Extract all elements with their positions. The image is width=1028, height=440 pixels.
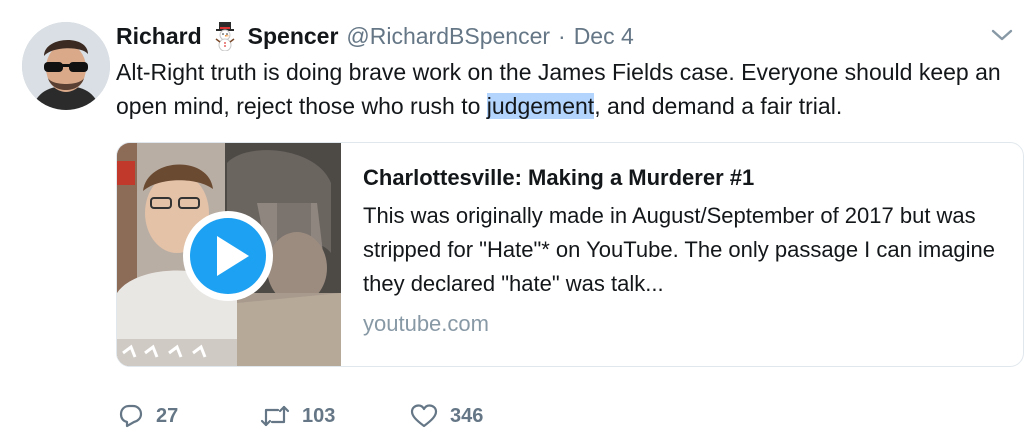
like-icon [410, 404, 438, 428]
card-description: This was originally made in August/Septe… [363, 203, 996, 296]
snowman-emoji-icon [210, 21, 240, 52]
chevron-down-icon[interactable] [990, 26, 1014, 44]
tweet-date[interactable]: Dec 4 [574, 23, 634, 50]
like-button[interactable]: 346 [410, 403, 483, 429]
card-body: Charlottesville: Making a Murderer #1 Th… [341, 143, 1023, 366]
retweet-count: 103 [302, 404, 336, 427]
reply-button[interactable]: 27 [118, 403, 260, 429]
reply-count: 27 [156, 404, 179, 427]
avatar-image [22, 22, 110, 110]
avatar[interactable] [22, 22, 110, 110]
retweet-icon [260, 405, 290, 427]
card-thumbnail[interactable] [117, 143, 341, 366]
author-name-last[interactable]: Spencer [248, 23, 339, 50]
tweet-text: Alt-Right truth is doing brave work on t… [116, 55, 1016, 123]
tweet-text-highlighted: judgement [486, 93, 595, 119]
card-domain[interactable]: youtube.com [363, 311, 1003, 337]
tweet-text-after: , and demand a fair trial. [594, 93, 843, 119]
author-name-first[interactable]: Richard [116, 23, 202, 50]
tweet-actions: 27 103 346 [118, 398, 483, 434]
author-handle[interactable]: @RichardBSpencer [346, 23, 550, 50]
header-separator: · [558, 22, 566, 49]
like-count: 346 [450, 404, 484, 427]
link-card[interactable]: Charlottesville: Making a Murderer #1 Th… [116, 142, 1024, 367]
reply-icon [119, 404, 143, 428]
retweet-button[interactable]: 103 [260, 403, 410, 429]
card-title[interactable]: Charlottesville: Making a Murderer #1 [363, 163, 1003, 193]
play-icon[interactable] [179, 207, 277, 305]
tweet-header: Richard Spencer @RichardBSpencer · Dec 4 [116, 18, 634, 54]
